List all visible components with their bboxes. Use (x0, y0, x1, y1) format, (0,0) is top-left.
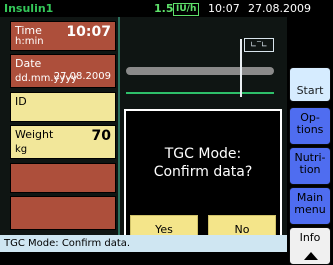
main-menu-label-2: menu (294, 203, 326, 216)
empty-field-2[interactable] (10, 196, 116, 230)
date-label: Date (15, 57, 42, 70)
start-button[interactable]: Start (289, 67, 331, 102)
weight-value: 70 (91, 128, 111, 144)
main-panel: Time h:min 10:07 Date dd.mm.yyyy 27.08.2… (0, 17, 287, 247)
arrow-up-icon (304, 252, 318, 260)
dialog-title-line2: Confirm data? (153, 164, 253, 180)
dialog-message: TGC Mode: Confirm data? (126, 145, 280, 181)
options-label-2: tions (296, 123, 324, 136)
clock-time: 10:07 (208, 2, 240, 15)
start-label: Start (296, 84, 324, 97)
time-field[interactable]: Time h:min 10:07 (10, 21, 116, 51)
target-line (126, 92, 274, 94)
panel-divider (118, 17, 120, 235)
time-unit: h:min (15, 36, 44, 47)
top-status-bar: Insulin1 1.5 IU/h 10:07 27.08.2009 (0, 0, 333, 17)
nutrition-label-2: tion (299, 163, 321, 176)
infusion-rate: 1.5 (154, 2, 174, 15)
glucose-bar (126, 67, 274, 75)
date-value: 27.08.2009 (53, 71, 111, 82)
screen: Insulin1 1.5 IU/h 10:07 27.08.2009 Time … (0, 0, 333, 265)
rate-unit-badge: IU/h (173, 3, 200, 16)
weight-label: Weight (15, 128, 54, 141)
time-value: 10:07 (66, 24, 111, 40)
id-field[interactable]: ID (10, 92, 116, 122)
nutrition-button[interactable]: Nutri- tion (289, 147, 331, 185)
info-button[interactable]: Info (289, 227, 331, 265)
time-cursor-line (240, 39, 242, 97)
empty-field-1[interactable] (10, 163, 116, 193)
date-field[interactable]: Date dd.mm.yyyy 27.08.2009 (10, 54, 116, 88)
confirm-dialog: TGC Mode: Confirm data? Yes No (124, 109, 282, 247)
weight-field[interactable]: Weight kg 70 (10, 125, 116, 159)
side-menu: Start Op- tions Nutri- tion Main menu In… (287, 17, 333, 265)
timeline-badge: ∟‾∟ (244, 38, 274, 52)
dialog-title-line1: TGC Mode: (164, 146, 242, 162)
bottom-status-bar: TGC Mode: Confirm data. (0, 235, 287, 252)
status-message: TGC Mode: Confirm data. (4, 238, 131, 249)
weight-unit: kg (15, 144, 28, 155)
id-label: ID (15, 95, 27, 108)
info-label: Info (299, 231, 321, 244)
app-name: Insulin1 (4, 2, 54, 15)
main-menu-button[interactable]: Main menu (289, 187, 331, 225)
clock-date: 27.08.2009 (248, 2, 311, 15)
options-button[interactable]: Op- tions (289, 107, 331, 145)
